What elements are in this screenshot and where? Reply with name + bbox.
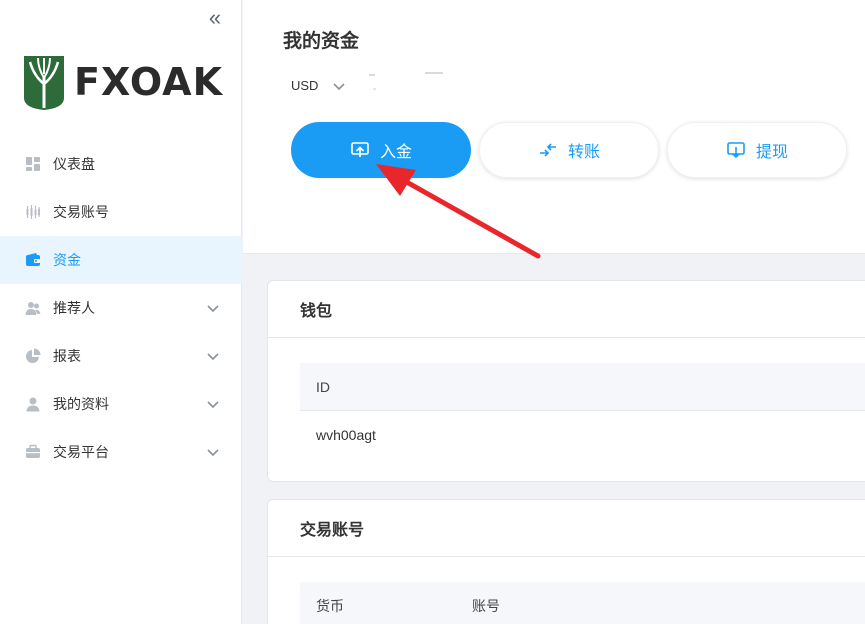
accounts-table-header: 货币 账号 [300, 582, 865, 624]
sidebar-item-label: 资金 [53, 252, 81, 268]
wallet-card: 钱包 ID wvh00agt [267, 280, 865, 482]
chevron-down-icon [207, 449, 219, 457]
withdraw-label: 提现 [755, 144, 788, 161]
wallet-id-cell: wvh00agt [316, 427, 376, 443]
candlestick-icon [24, 203, 42, 221]
chevron-down-icon [207, 305, 219, 313]
column-header-account-number: 账号 [472, 597, 500, 614]
dashboard-icon [24, 155, 42, 173]
sidebar-item-label: 我的资料 [53, 396, 109, 412]
user-icon [24, 395, 42, 413]
collapse-sidebar-icon[interactable]: « [204, 7, 226, 30]
table-row: wvh00agt [300, 411, 865, 459]
withdraw-button[interactable]: 提现 [667, 122, 847, 178]
sidebar: « FXOAK 仪表盘 交易账号 资金 推荐人 报表 我的资料 交易平台 [0, 0, 242, 624]
column-header-id: ID [316, 378, 330, 395]
sidebar-item-label: 交易平台 [53, 444, 109, 460]
chevron-down-icon [207, 401, 219, 409]
sidebar-item-funds[interactable]: 资金 [0, 236, 242, 284]
wallet-card-title: 钱包 [268, 281, 865, 338]
page-title: 我的资金 [283, 31, 360, 52]
sidebar-item-reports[interactable]: 报表 [0, 332, 242, 380]
transfer-label: 转账 [567, 144, 600, 161]
sidebar-item-referrer[interactable]: 推荐人 [0, 284, 242, 332]
sidebar-item-my-profile[interactable]: 我的资料 [0, 380, 242, 428]
wallet-icon [24, 251, 42, 269]
sidebar-item-label: 推荐人 [53, 300, 95, 316]
sidebar-item-dashboard[interactable]: 仪表盘 [0, 140, 242, 188]
sidebar-item-trading-accounts[interactable]: 交易账号 [0, 188, 242, 236]
transfer-icon [538, 140, 558, 160]
sidebar-item-label: 仪表盘 [53, 156, 95, 172]
chevron-down-icon [333, 82, 346, 90]
wallet-table-header: ID [300, 363, 865, 411]
deposit-icon [350, 140, 370, 160]
users-icon [24, 299, 42, 317]
logo: FXOAK [22, 54, 223, 110]
withdraw-icon [726, 140, 746, 160]
sidebar-item-label: 交易账号 [53, 204, 109, 220]
trading-accounts-card-title: 交易账号 [268, 500, 865, 557]
sidebar-nav: 仪表盘 交易账号 资金 推荐人 报表 我的资料 交易平台 [0, 140, 242, 476]
logo-tree-icon [24, 56, 64, 110]
briefcase-icon [24, 443, 42, 461]
sidebar-item-trading-platform[interactable]: 交易平台 [0, 428, 242, 476]
pie-chart-icon [24, 347, 42, 365]
deposit-label: 入金 [379, 144, 412, 161]
balance-redacted [369, 72, 443, 90]
currency-value: USD [291, 78, 319, 93]
currency-select[interactable]: USD [291, 78, 346, 93]
deposit-button[interactable]: 入金 [291, 122, 471, 178]
column-header-currency: 货币 [316, 597, 344, 614]
sidebar-item-label: 报表 [53, 348, 81, 364]
logo-text: FXOAK [74, 60, 224, 104]
funds-overview: 我的资金 USD 入金 转账 提现 [243, 0, 865, 254]
chevron-down-icon [207, 353, 219, 361]
transfer-button[interactable]: 转账 [479, 122, 659, 178]
trading-accounts-card: 交易账号 货币 账号 [267, 499, 865, 624]
